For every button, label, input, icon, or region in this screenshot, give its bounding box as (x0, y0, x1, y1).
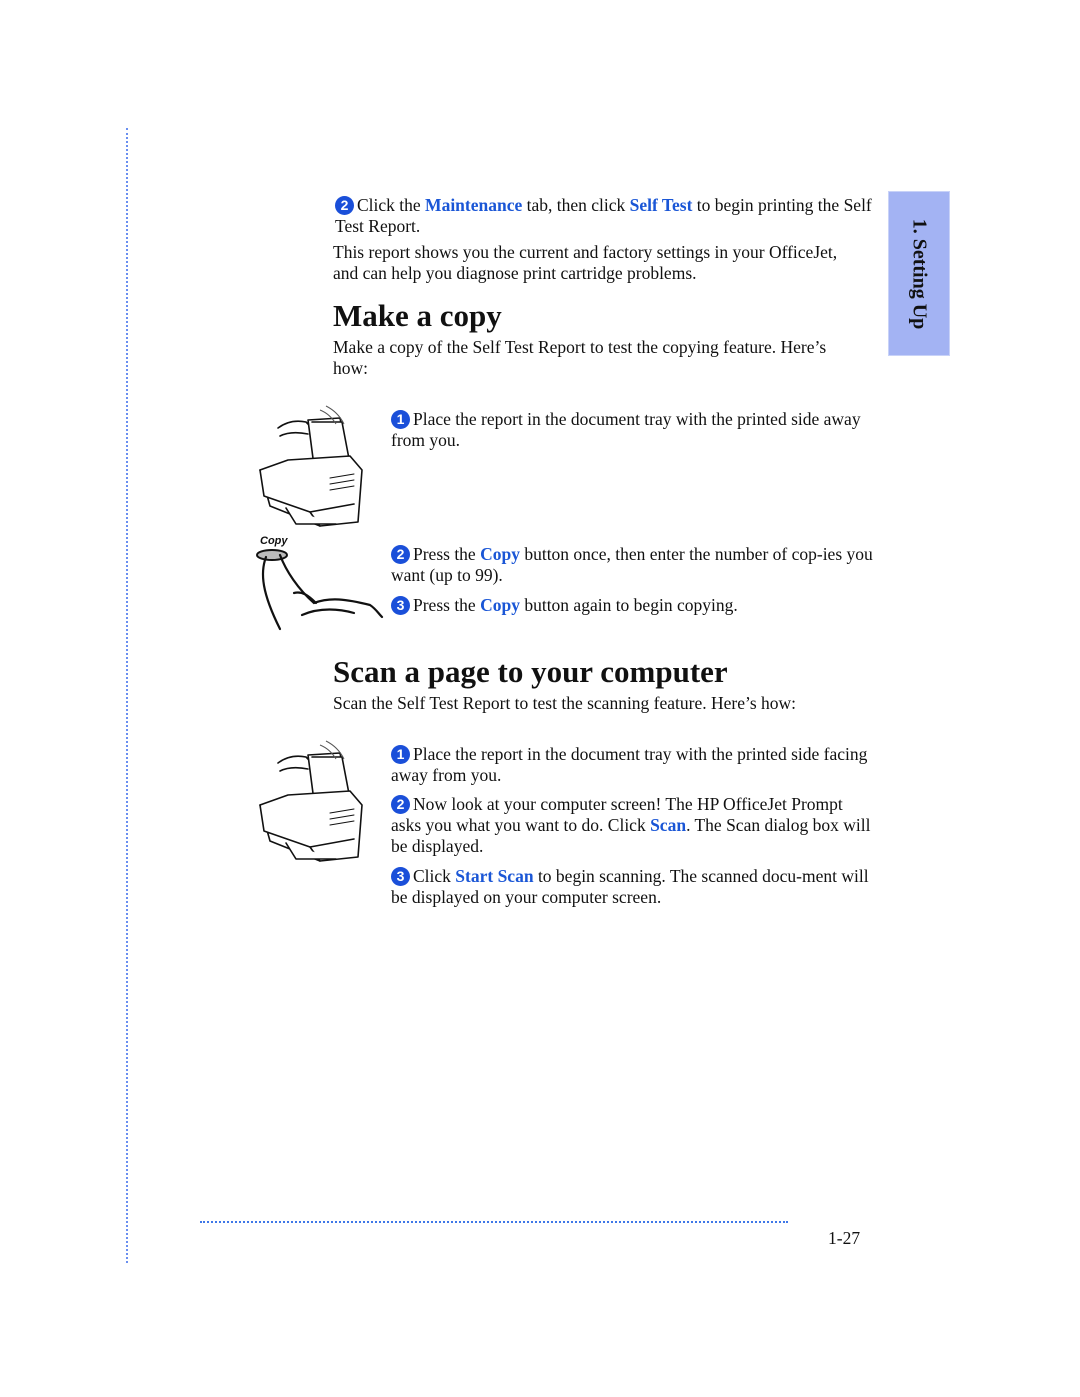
scan-intro: Scan the Self Test Report to test the sc… (333, 693, 797, 713)
step-number-badge: 2 (335, 196, 354, 215)
step-number-badge: 2 (391, 545, 410, 564)
copy-step-1: 1 Place the report in the document tray w… (391, 409, 861, 450)
chapter-tab: 1. Setting Up (888, 191, 950, 356)
scan-step-2: 2 Now look at your computer screen! The H… (391, 794, 871, 856)
copy-button-ref: Copy (480, 595, 520, 615)
copy-button-label: Copy (260, 535, 288, 547)
intro-note: This report shows you the current and fa… (333, 242, 838, 283)
scan-step-1: 1 Place the report in the document tray w… (391, 744, 868, 785)
footer-rule (200, 1221, 788, 1223)
copy-step-2: 2 Press the Copy button once, then enter … (391, 544, 873, 585)
intro-step: 2 Click the Maintenance tab, then click S… (335, 195, 872, 236)
scan-step-3: 3 Click Start Scan to begin scanning. The… (391, 866, 869, 907)
page-number: 1-27 (828, 1228, 861, 1248)
copy-intro: Make a copy of the Self Test Report to t… (333, 337, 827, 378)
printer-with-paper-icon (259, 740, 363, 862)
left-margin-rule (126, 128, 128, 1263)
chapter-tab-label: 1. Setting Up (908, 218, 931, 329)
scan-button-ref: Scan (650, 815, 687, 835)
step-number-badge: 1 (391, 410, 410, 429)
step-number-badge: 3 (391, 596, 410, 615)
step-number-badge: 3 (391, 867, 410, 886)
finger-pressing-copy-button-icon: Copy (256, 535, 384, 631)
section-title-make-copy: Make a copy (333, 298, 502, 333)
start-scan-button-ref: Start Scan (455, 866, 534, 886)
self-test-ref: Self Test (629, 195, 693, 215)
copy-step-3: 3 Press the Copy button again to begin co… (391, 595, 879, 616)
step-number-badge: 2 (391, 795, 410, 814)
section-title-scan: Scan a page to your computer (333, 654, 728, 689)
maintenance-tab-ref: Maintenance (425, 195, 523, 215)
printer-with-paper-icon (259, 405, 363, 527)
step-number-badge: 1 (391, 745, 410, 764)
copy-button-ref: Copy (480, 544, 520, 564)
